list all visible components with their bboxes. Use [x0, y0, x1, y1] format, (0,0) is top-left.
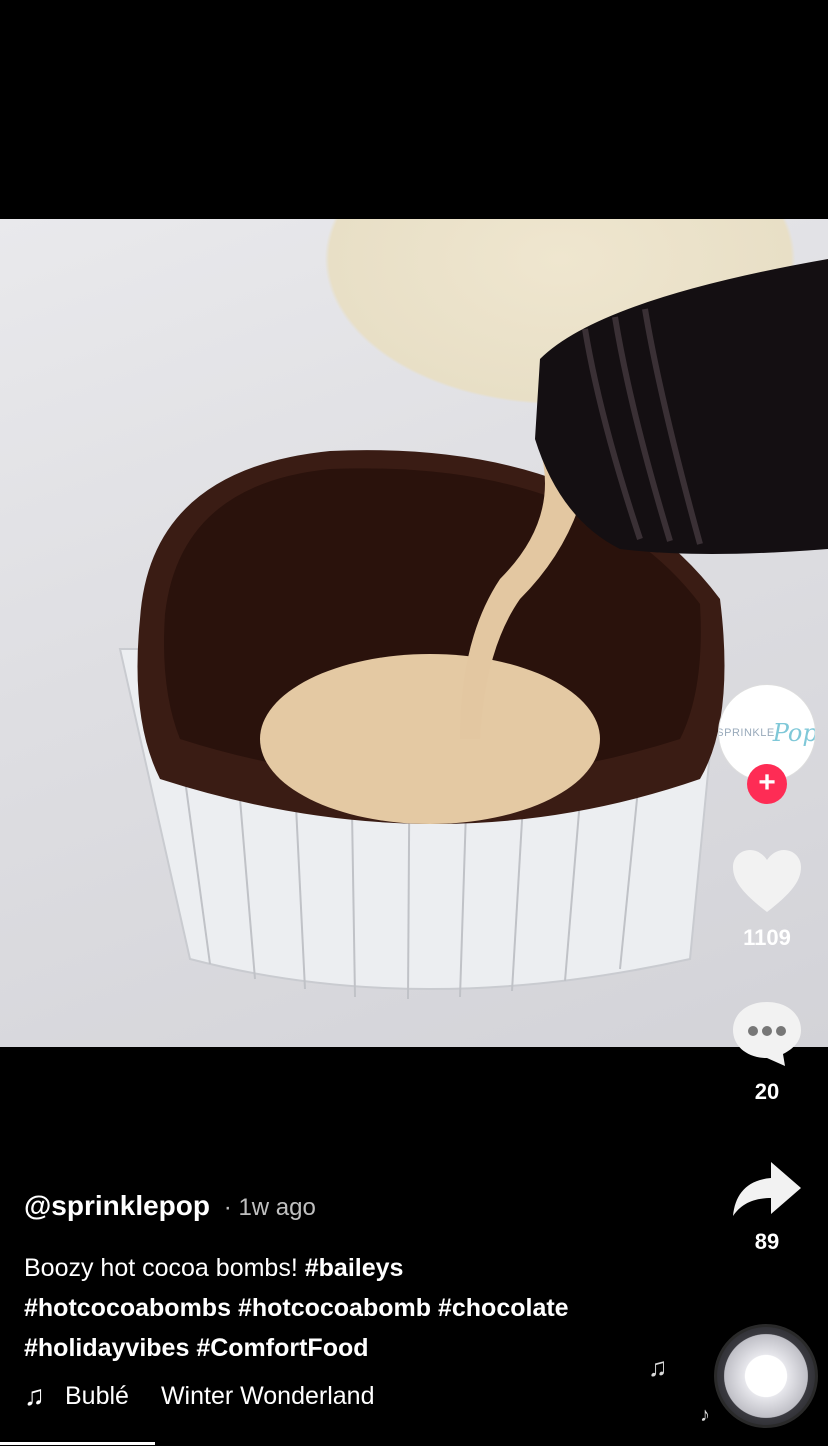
hashtag[interactable]: #holidayvibes: [24, 1334, 189, 1362]
music-artist: Bublé: [65, 1381, 129, 1410]
video-frame: [118, 259, 828, 1000]
share-count: 89: [754, 1229, 780, 1254]
share-action[interactable]: 89: [716, 1160, 818, 1255]
music-disc[interactable]: [714, 1324, 818, 1428]
like-count: 1109: [743, 925, 791, 950]
hashtag[interactable]: #baileys: [305, 1254, 404, 1282]
comment-count: 20: [754, 1079, 780, 1104]
hashtag[interactable]: #chocolate: [438, 1294, 569, 1322]
floating-note-icon: ♪: [700, 1404, 710, 1426]
avatar-brand-script: Pop: [772, 719, 816, 747]
hashtag[interactable]: #hotcocoabombs: [24, 1294, 231, 1322]
music-note-icon: ♫: [24, 1380, 45, 1411]
music-info[interactable]: ♫ Bublé Winter Wonderland: [24, 1380, 374, 1412]
hashtag[interactable]: #hotcocoabomb: [238, 1294, 431, 1322]
creator-avatar[interactable]: SPRINKLE Pop +: [718, 684, 816, 804]
music-title: Winter Wonderland: [160, 1381, 375, 1410]
comment-icon[interactable]: [731, 1000, 803, 1068]
description: Boozy hot cocoa bombs! #baileys #hotcoco…: [24, 1248, 684, 1368]
hashtag[interactable]: #ComfortFood: [196, 1334, 368, 1362]
share-arrow-icon[interactable]: [731, 1160, 803, 1218]
post-time: · 1w ago: [223, 1194, 316, 1221]
comment-action[interactable]: 20: [716, 1000, 818, 1105]
heart-icon[interactable]: [731, 848, 803, 914]
avatar-brand-text: SPRINKLE: [718, 727, 775, 739]
video-player[interactable]: [0, 219, 828, 1047]
floating-note-icon: ♫: [648, 1352, 668, 1382]
follow-button[interactable]: +: [747, 764, 787, 804]
post-caption: @sprinklepop · 1w ago Boozy hot cocoa bo…: [24, 1190, 684, 1368]
username[interactable]: @sprinklepop: [24, 1190, 210, 1221]
caption-text: Boozy hot cocoa bombs!: [24, 1254, 298, 1282]
video-progress-bar[interactable]: [0, 1442, 155, 1445]
like-action[interactable]: 1109: [716, 848, 818, 951]
